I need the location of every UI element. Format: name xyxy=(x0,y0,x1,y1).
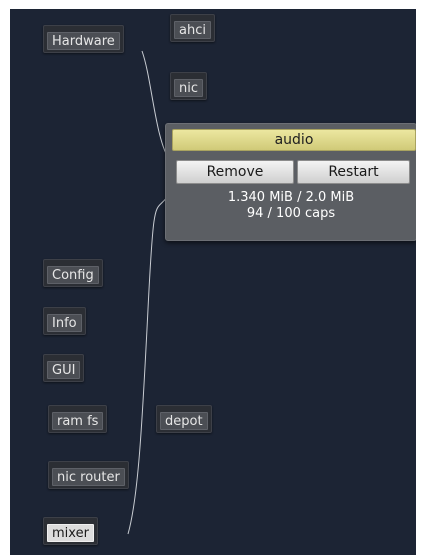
node-mixer-label: mixer xyxy=(47,524,94,542)
restart-button[interactable]: Restart xyxy=(297,160,410,184)
memory-usage: 1.340 MiB / 2.0 MiB xyxy=(227,190,355,205)
node-gui-label: GUI xyxy=(47,361,81,379)
node-nic-router-label: nic router xyxy=(52,468,125,486)
node-info-label: Info xyxy=(47,314,82,332)
node-nic-label: nic xyxy=(174,79,203,97)
remove-button[interactable]: Remove xyxy=(176,160,294,184)
node-ram-fs[interactable]: ram fs xyxy=(48,405,108,433)
node-nic-router[interactable]: nic router xyxy=(48,461,129,489)
node-config-label: Config xyxy=(47,266,99,284)
node-ram-fs-label: ram fs xyxy=(52,412,104,430)
wire-mixer-audio xyxy=(127,196,168,535)
node-info[interactable]: Info xyxy=(43,307,86,335)
node-config[interactable]: Config xyxy=(43,259,103,287)
node-ahci[interactable]: ahci xyxy=(170,14,215,42)
component-graph-canvas: Hardware ahci nic Config Info GUI ram fs… xyxy=(10,9,416,555)
node-mixer[interactable]: mixer xyxy=(43,517,98,545)
node-ahci-label: ahci xyxy=(174,21,211,39)
node-hardware-label: Hardware xyxy=(47,32,120,50)
component-popup-audio: audio Remove Restart 1.340 MiB / 2.0 MiB… xyxy=(165,123,416,241)
caps-usage: 94 / 100 caps xyxy=(246,206,336,221)
node-gui[interactable]: GUI xyxy=(43,354,85,382)
node-nic[interactable]: nic xyxy=(170,72,207,100)
node-depot-label: depot xyxy=(160,412,208,430)
node-depot[interactable]: depot xyxy=(156,405,212,433)
popup-title[interactable]: audio xyxy=(172,129,416,151)
node-hardware[interactable]: Hardware xyxy=(43,25,124,53)
